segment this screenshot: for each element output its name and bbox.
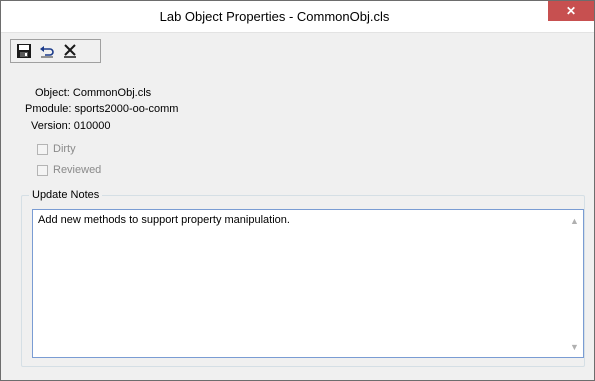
reviewed-checkbox-box[interactable]	[37, 164, 48, 176]
undo-icon	[40, 46, 54, 58]
window-title: Lab Object Properties - CommonObj.cls	[159, 9, 390, 24]
dirty-checkbox-box[interactable]	[37, 143, 48, 155]
title-bar[interactable]: Lab Object Properties - CommonObj.cls ✕	[1, 1, 594, 33]
dialog-window: Lab Object Properties - CommonObj.cls ✕	[0, 0, 595, 381]
close-icon: ✕	[565, 4, 577, 18]
reviewed-checkbox[interactable]: Reviewed	[37, 164, 101, 176]
notes-scrollbar[interactable]: ▲ ▼	[566, 210, 583, 357]
delete-icon	[64, 44, 76, 58]
update-notes-label: Update Notes	[29, 189, 103, 201]
undo-button[interactable]	[37, 41, 57, 61]
save-button[interactable]	[14, 41, 34, 61]
save-icon	[17, 44, 31, 58]
scroll-down-icon[interactable]: ▼	[566, 338, 583, 355]
update-notes-textarea[interactable]: Add new methods to support property mani…	[32, 209, 584, 358]
dirty-checkbox[interactable]: Dirty	[37, 143, 76, 155]
close-button[interactable]: ✕	[548, 1, 594, 21]
dirty-checkbox-label: Dirty	[53, 143, 76, 155]
scroll-up-icon[interactable]: ▲	[566, 212, 583, 229]
reviewed-checkbox-label: Reviewed	[53, 164, 102, 176]
toolbar	[10, 39, 101, 63]
pmodule-label: Pmodule: sports2000-oo-comm	[25, 103, 179, 115]
version-label: Version: 010000	[31, 120, 111, 132]
update-notes-text: Add new methods to support property mani…	[38, 214, 290, 226]
delete-button[interactable]	[60, 41, 80, 61]
object-label: Object: CommonObj.cls	[35, 87, 152, 99]
